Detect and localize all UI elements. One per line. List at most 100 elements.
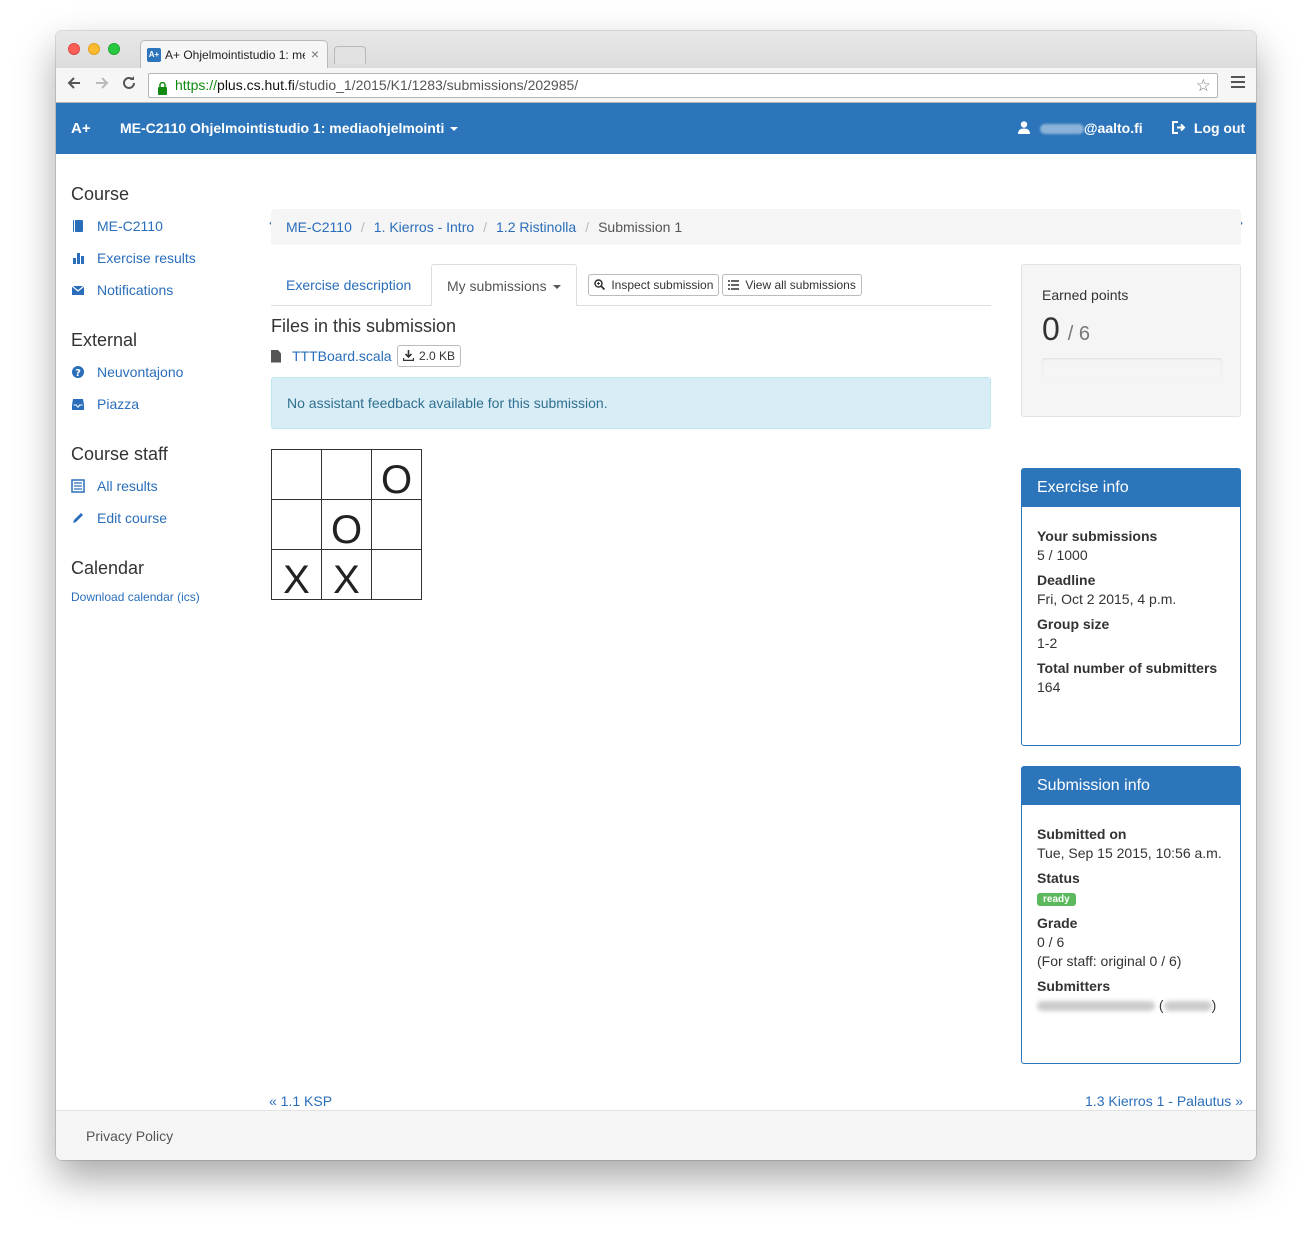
submitted-on-label: Submitted on xyxy=(1037,826,1127,842)
inspect-submission-button[interactable]: Inspect submission xyxy=(588,274,720,296)
list-icon xyxy=(728,280,739,290)
tab-title: A+ Ohjelmointistudio 1: me xyxy=(165,48,305,62)
file-icon xyxy=(271,349,281,363)
sidebar-item-all-results[interactable]: All results xyxy=(71,476,251,496)
tab-exercise-description[interactable]: Exercise description xyxy=(271,264,426,306)
earned-points-label: Earned points xyxy=(1042,287,1129,303)
download-file-button[interactable]: 2.0 KB xyxy=(396,345,461,367)
grade-staff-note: (For staff: original 0 / 6) xyxy=(1037,953,1182,969)
zoom-in-icon xyxy=(594,279,606,291)
breadcrumb: ME-C2110/1. Kierros - Intro/1.2 Ristinol… xyxy=(271,209,1241,245)
sidebar-item-exercise-results[interactable]: Exercise results xyxy=(71,248,251,268)
caret-down-icon xyxy=(552,285,561,290)
address-bar[interactable]: https://plus.cs.hut.fi/studio_1/2015/K1/… xyxy=(148,73,1218,98)
submissions-value: 5 / 1000 xyxy=(1037,547,1088,563)
browser-toolbar: https://plus.cs.hut.fi/studio_1/2015/K1/… xyxy=(56,68,1256,103)
board-cell xyxy=(371,499,422,550)
exercise-tabs: Exercise description My submissions Insp… xyxy=(271,264,991,306)
board-cell xyxy=(371,549,422,600)
list-icon xyxy=(71,479,85,493)
brand-logo[interactable]: A+ xyxy=(71,120,91,137)
board-cell: X xyxy=(321,549,372,602)
page-content: A+ ME-C2110 Ohjelmointistudio 1: mediaoh… xyxy=(56,103,1256,1160)
svg-text:?: ? xyxy=(75,368,81,379)
download-calendar-link[interactable]: Download calendar (ics) xyxy=(71,590,251,604)
view-all-submissions-button[interactable]: View all submissions xyxy=(722,274,862,296)
earned-points-value: 0/ 6 xyxy=(1042,311,1091,347)
breadcrumb-item-round[interactable]: 1. Kierros - Intro xyxy=(374,219,474,235)
question-icon: ? xyxy=(72,366,84,379)
course-menu-toggle[interactable]: ME-C2110 Ohjelmointistudio 1: mediaohjel… xyxy=(120,120,459,136)
submission-info-panel: Submission info Submitted on Tue, Sep 15… xyxy=(1021,766,1241,1064)
status-label: Status xyxy=(1037,870,1080,886)
submissions-label: Your submissions xyxy=(1037,528,1158,544)
close-window-button[interactable] xyxy=(68,43,80,55)
board-cell: O xyxy=(321,499,372,552)
user-icon xyxy=(1018,121,1030,134)
points-progress-bar xyxy=(1042,358,1222,378)
files-heading: Files in this submission xyxy=(271,316,457,336)
deadline-label: Deadline xyxy=(1037,572,1096,588)
submitted-on-value: Tue, Sep 15 2015, 10:56 a.m. xyxy=(1037,845,1222,861)
status-badge: ready xyxy=(1037,893,1076,906)
reload-icon[interactable] xyxy=(121,75,137,95)
user-profile-link[interactable]: @aalto.fi xyxy=(1018,120,1143,136)
board-cell xyxy=(321,449,372,500)
submission-info-title: Submission info xyxy=(1022,767,1240,805)
inbox-icon xyxy=(72,399,84,410)
next-exercise-link-bottom[interactable]: 1.3 Kierros 1 - Palautus » xyxy=(1085,1093,1243,1109)
total-submitters-label: Total number of submitters xyxy=(1037,660,1218,676)
zoom-window-button[interactable] xyxy=(108,43,120,55)
total-submitters-value: 164 xyxy=(1037,679,1061,695)
file-link[interactable]: TTTBoard.scala xyxy=(292,348,392,364)
sidebar-heading-external: External xyxy=(71,330,138,350)
sidebar-heading-course-staff: Course staff xyxy=(71,444,168,464)
file-row: TTTBoard.scala 2.0 KB xyxy=(271,345,461,367)
exercise-info-panel: Exercise info Your submissions 5 / 1000 … xyxy=(1021,468,1241,746)
favicon-icon: A+ xyxy=(147,48,161,62)
logout-icon xyxy=(1172,121,1186,134)
tictactoe-board: O O X X xyxy=(271,449,422,602)
sidebar-item-piazza[interactable]: Piazza xyxy=(71,394,251,414)
exercise-info-title: Exercise info xyxy=(1022,469,1240,507)
feedback-alert: No assistant feedback available for this… xyxy=(271,377,991,429)
pencil-icon xyxy=(73,513,83,523)
forward-arrow-icon[interactable] xyxy=(94,75,110,95)
new-tab-button[interactable] xyxy=(334,46,366,64)
caret-down-icon xyxy=(450,127,459,132)
download-icon xyxy=(402,350,414,362)
bar-chart-icon xyxy=(73,253,84,264)
bookmark-star-icon[interactable]: ☆ xyxy=(1196,74,1211,97)
board-cell xyxy=(271,449,322,500)
grade-label: Grade xyxy=(1037,915,1078,931)
group-size-label: Group size xyxy=(1037,616,1110,632)
deadline-value: Fri, Oct 2 2015, 4 p.m. xyxy=(1037,591,1177,607)
tab-my-submissions[interactable]: My submissions xyxy=(431,264,577,306)
sidebar-item-edit-course[interactable]: Edit course xyxy=(71,508,251,528)
lock-icon xyxy=(157,79,168,95)
sidebar-item-notifications[interactable]: Notifications xyxy=(71,280,251,300)
board-cell: X xyxy=(271,549,322,602)
footer: Privacy Policy xyxy=(56,1110,1256,1160)
prev-exercise-link-bottom[interactable]: « 1.1 KSP xyxy=(269,1093,332,1109)
board-cell: O xyxy=(371,449,422,502)
breadcrumb-item-active: Submission 1 xyxy=(598,219,683,235)
browser-menu-icon[interactable] xyxy=(1231,76,1245,91)
sidebar: Course ME-C2110 Exercise results Notific… xyxy=(71,154,251,604)
blurred-submitter-name xyxy=(1037,1001,1155,1012)
sidebar-item-me-c2110[interactable]: ME-C2110 xyxy=(71,216,251,236)
privacy-policy-link[interactable]: Privacy Policy xyxy=(86,1128,173,1144)
sidebar-item-neuvontajono[interactable]: ? Neuvontajono xyxy=(71,362,251,382)
browser-tab[interactable]: A+ A+ Ohjelmointistudio 1: me × xyxy=(140,40,328,68)
logout-link[interactable]: Log out xyxy=(1172,120,1245,136)
tab-close-icon[interactable]: × xyxy=(311,46,319,62)
browser-window: A+ A+ Ohjelmointistudio 1: me × https://… xyxy=(56,31,1256,1160)
board-cell xyxy=(271,499,322,550)
breadcrumb-item-course[interactable]: ME-C2110 xyxy=(286,219,352,235)
submitters-label: Submitters xyxy=(1037,978,1111,994)
breadcrumb-item-exercise[interactable]: 1.2 Ristinolla xyxy=(496,219,576,235)
back-arrow-icon[interactable] xyxy=(66,75,82,95)
group-size-value: 1-2 xyxy=(1037,635,1058,651)
minimize-window-button[interactable] xyxy=(88,43,100,55)
url-text: https://plus.cs.hut.fi/studio_1/2015/K1/… xyxy=(175,77,579,93)
